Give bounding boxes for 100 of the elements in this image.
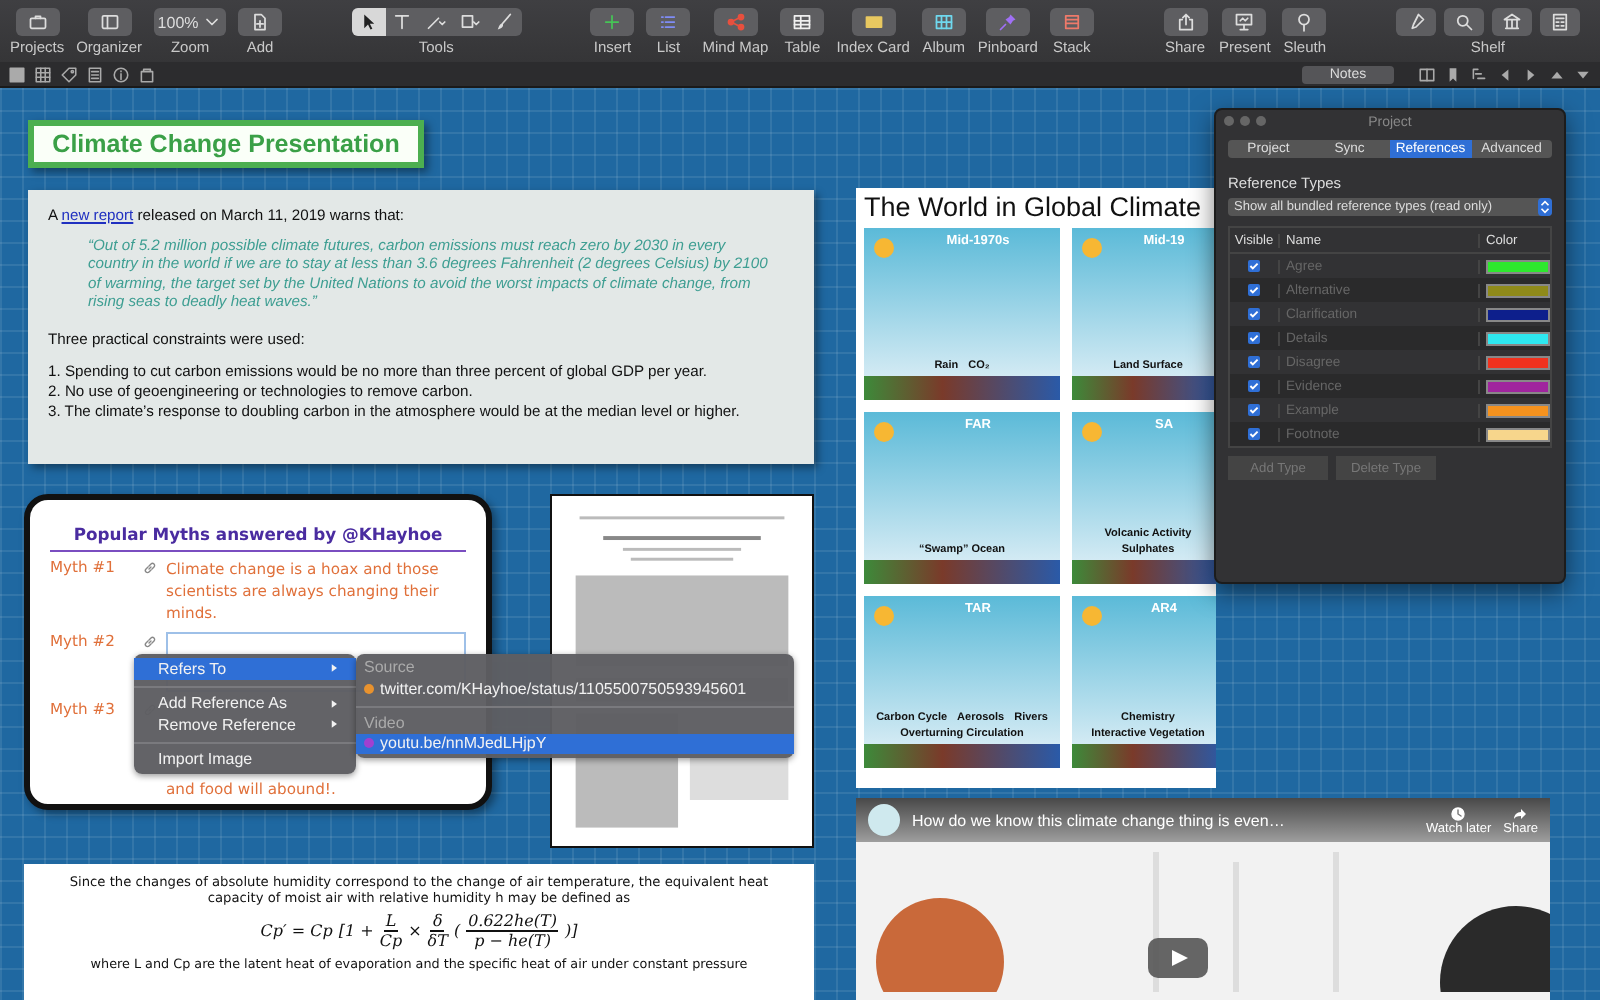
checkbox[interactable] <box>1248 284 1260 296</box>
document-icon <box>86 65 104 83</box>
play-button[interactable] <box>1148 938 1208 978</box>
color-swatch[interactable] <box>1486 379 1550 393</box>
color-swatch[interactable] <box>1486 307 1550 321</box>
ground-drawing <box>1072 376 1216 400</box>
lightbulb-icon <box>1294 12 1315 32</box>
album-icon <box>933 12 954 32</box>
toolbar-button[interactable] <box>921 8 966 36</box>
checkbox[interactable] <box>1248 356 1260 368</box>
tool-button[interactable] <box>351 8 386 36</box>
toolbar-button[interactable] <box>1163 8 1208 36</box>
clock-icon[interactable] <box>1450 805 1467 821</box>
menu-item[interactable]: youtu.be/nnMJedLHjpY <box>356 733 794 754</box>
equation-term: Cp′ = Cp <box>260 922 333 940</box>
toolbar-icon-button[interactable] <box>138 65 156 83</box>
toolbar-icon-button[interactable] <box>1522 65 1540 83</box>
toolbar-button[interactable] <box>780 8 825 36</box>
table-icon <box>792 12 813 32</box>
share-icon[interactable] <box>1512 805 1529 821</box>
sun-icon <box>1082 606 1102 626</box>
presentation-icon <box>1234 12 1255 32</box>
toolbar-button[interactable] <box>590 8 635 36</box>
myths-title: Popular Myths answered by @KHayhoe <box>50 524 466 552</box>
menu-item[interactable]: twitter.com/KHayhoe/status/1105500750593945601 <box>356 678 794 699</box>
toolbar-icon-button[interactable] <box>1418 65 1436 83</box>
toolbar-icon-button[interactable] <box>1470 65 1488 83</box>
color-swatch[interactable] <box>1486 403 1550 417</box>
sun-icon <box>874 606 894 626</box>
figure-title: The World in Global Climate <box>864 192 1204 222</box>
menu-item[interactable]: Refers To <box>134 658 356 679</box>
fraction-denominator: δT <box>427 932 448 950</box>
sun-icon <box>874 238 894 258</box>
shelf-button[interactable] <box>1443 8 1484 36</box>
checkbox[interactable] <box>1248 308 1260 320</box>
toolbar-button[interactable] <box>851 8 896 36</box>
left-arrow-icon <box>1496 65 1514 83</box>
text-tool-icon <box>392 12 413 32</box>
fraction-denominator: Cp <box>379 932 403 950</box>
checkbox[interactable] <box>1248 380 1260 392</box>
brush-icon <box>494 12 515 32</box>
plus-icon <box>602 12 623 32</box>
color-swatch[interactable] <box>1486 331 1550 345</box>
shelf-button[interactable] <box>1539 8 1580 36</box>
video-title[interactable]: How do we know this climate change thing is even… <box>912 811 1414 829</box>
caret-icon <box>328 662 340 675</box>
tag-icon <box>60 65 78 83</box>
outline-icon <box>1470 65 1488 83</box>
link-icon[interactable] <box>142 634 158 650</box>
sun-icon <box>1082 238 1102 258</box>
channel-avatar[interactable] <box>868 804 900 836</box>
fraction-numerator: 0.622he(T) <box>466 912 559 932</box>
equation-term: )] <box>564 922 578 940</box>
shelf-button[interactable] <box>1491 8 1532 36</box>
menu-section-heading: Source <box>362 658 417 678</box>
zoom-dropdown[interactable]: 100% <box>154 8 227 36</box>
toolbar-icon-button[interactable] <box>86 65 104 83</box>
checkbox[interactable] <box>1248 332 1260 344</box>
color-swatch[interactable] <box>1486 283 1550 297</box>
info-icon <box>112 65 130 83</box>
menu-item[interactable]: Add Reference As <box>134 693 356 714</box>
color-swatch[interactable] <box>1486 355 1550 369</box>
menu-item[interactable]: Import Image <box>134 749 356 770</box>
toolbar-button[interactable] <box>87 8 132 36</box>
toolbar-button[interactable] <box>1282 8 1327 36</box>
pen-icon <box>1405 12 1426 32</box>
stepper-icon <box>1538 198 1552 216</box>
stack-icon <box>1061 12 1082 32</box>
checkbox[interactable] <box>1248 260 1260 272</box>
pointer-icon <box>358 12 379 32</box>
checkbox[interactable] <box>1248 404 1260 416</box>
link-icon[interactable] <box>142 560 158 576</box>
index-card-icon <box>863 12 884 32</box>
toolbar-button[interactable] <box>15 8 60 36</box>
toolbar-icon-button[interactable] <box>60 65 78 83</box>
toolbar-icon-button[interactable] <box>1496 65 1514 83</box>
equation-term: × <box>408 922 422 940</box>
ground-drawing <box>1072 560 1216 584</box>
toolbar-icon-button[interactable] <box>8 65 26 83</box>
toolbar-icon-button[interactable] <box>34 65 52 83</box>
grid-icon <box>34 65 52 83</box>
toolbar-button[interactable] <box>1049 8 1094 36</box>
equation-term: [1 + <box>338 922 374 940</box>
equation-term: ( <box>453 922 461 940</box>
color-swatch[interactable] <box>1486 427 1550 441</box>
calculator-icon <box>1549 12 1570 32</box>
toolbar-button[interactable] <box>1222 8 1267 36</box>
shelf-button[interactable] <box>1395 8 1436 36</box>
share-icon <box>1175 12 1196 32</box>
sun-icon <box>1082 422 1102 442</box>
color-swatch[interactable] <box>1486 259 1550 273</box>
list-icon <box>658 12 679 32</box>
menu-item[interactable]: Remove Reference <box>134 714 356 735</box>
checkbox[interactable] <box>1248 428 1260 440</box>
toolbar-button[interactable] <box>238 8 283 36</box>
fraction-numerator: δ <box>430 912 445 932</box>
title-card: Climate Change Presentation <box>28 120 424 168</box>
toolbar-icon-button[interactable] <box>112 65 130 83</box>
right-arrow-icon <box>1522 65 1540 83</box>
toolbar-icon-button[interactable] <box>1444 65 1462 83</box>
